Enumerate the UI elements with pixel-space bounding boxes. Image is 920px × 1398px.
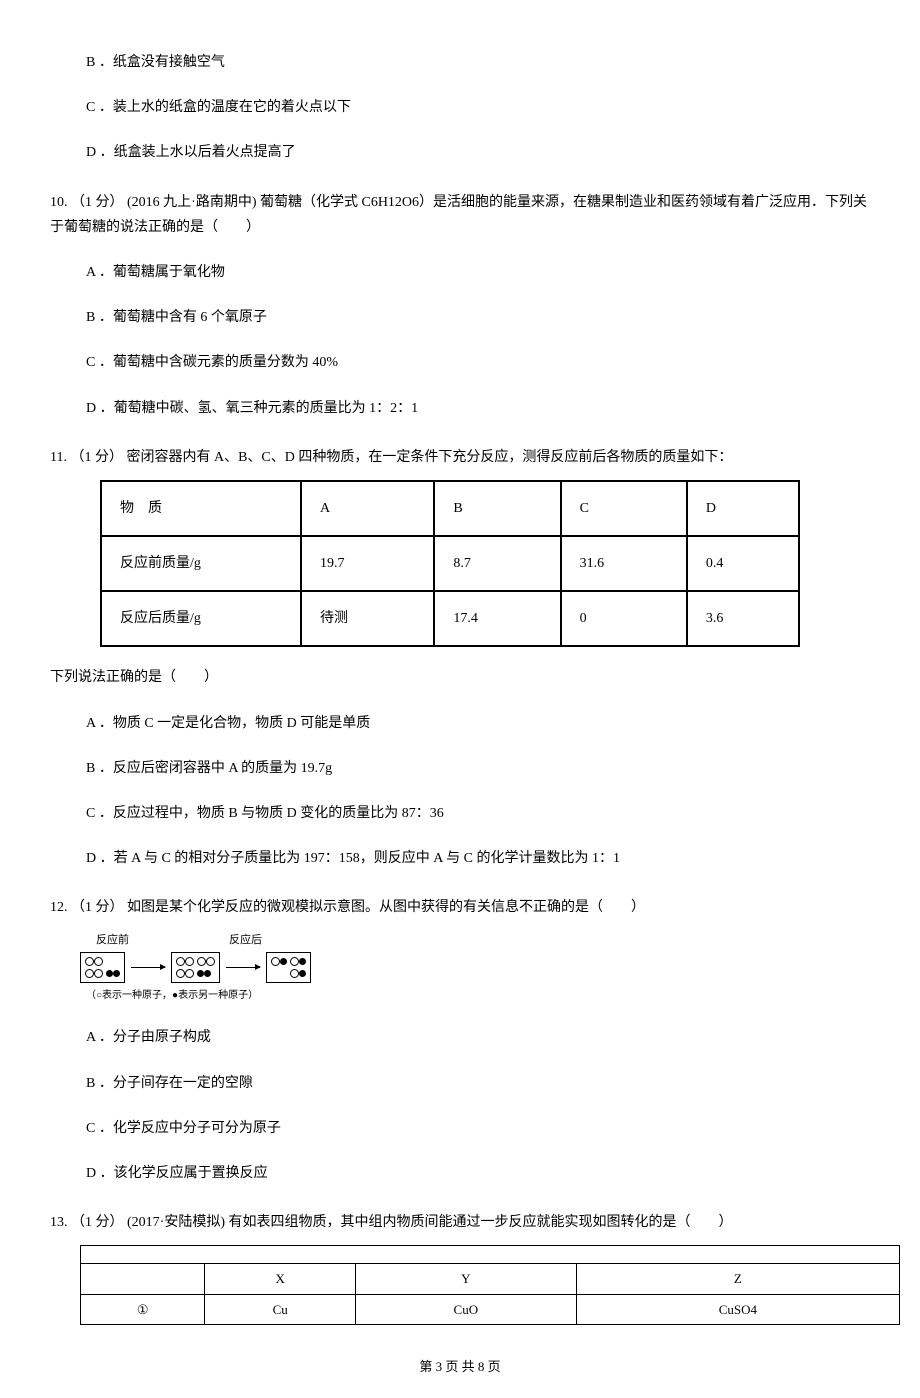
- option-text: B ．反应后密闭容器中 A 的质量为 19.7g: [86, 761, 332, 776]
- molecule-icon: [197, 969, 215, 978]
- q12-option-c[interactable]: C ．化学反应中分子可分为原子: [80, 1114, 287, 1143]
- q9-option-d[interactable]: D ．纸盒装上水以后着火点提高了: [80, 138, 302, 167]
- before-box-1: [80, 952, 125, 983]
- cell: 反应前质量/g: [101, 536, 301, 591]
- cell: D: [687, 481, 799, 536]
- option-text: C ．化学反应中分子可分为原子: [86, 1121, 281, 1136]
- q11-stem: 11. （1 分） 密闭容器内有 A、B、C、D 四种物质，在一定条件下充分反应…: [50, 445, 870, 470]
- molecule-icon: [290, 957, 306, 966]
- q12-diagram: 反应前 反应后 （○表示一种原子，●表示另一种原子）: [80, 931, 320, 1006]
- q13-table: X Y Z ① Cu CuO CuSO4: [80, 1245, 900, 1325]
- cell: Z: [576, 1264, 899, 1294]
- table-row: [81, 1246, 900, 1264]
- q12-stem: 12. （1 分） 如图是某个化学反应的微观模拟示意图。从图中获得的有关信息不正…: [50, 895, 870, 920]
- before-box-2: [171, 952, 220, 983]
- cell: A: [301, 481, 434, 536]
- q12-option-d[interactable]: D ．该化学反应属于置换反应: [80, 1159, 274, 1188]
- cell: 0.4: [687, 536, 799, 591]
- molecule-icon: [290, 969, 306, 978]
- cell: [81, 1246, 900, 1264]
- arrow-icon: [131, 967, 165, 968]
- option-text: B ．葡萄糖中含有 6 个氧原子: [86, 310, 267, 325]
- cell: Cu: [205, 1294, 356, 1324]
- option-text: B ．纸盒没有接触空气: [86, 55, 225, 70]
- label-after: 反应后: [229, 931, 262, 951]
- table-row: 物 质 A B C D: [101, 481, 799, 536]
- option-text: C ．葡萄糖中含碳元素的质量分数为 40%: [86, 355, 338, 370]
- q11-after: 下列说法正确的是（ ）: [50, 665, 870, 690]
- molecule-icon: [85, 957, 103, 966]
- q10-option-b[interactable]: B ．葡萄糖中含有 6 个氧原子: [80, 303, 273, 332]
- q10-option-c[interactable]: C ．葡萄糖中含碳元素的质量分数为 40%: [80, 348, 344, 377]
- option-text: D ．葡萄糖中碳、氢、氧三种元素的质量比为 1：2：1: [86, 401, 418, 416]
- option-text: D ．若 A 与 C 的相对分子质量比为 197：158，则反应中 A 与 C …: [86, 851, 620, 866]
- cell: 物 质: [101, 481, 301, 536]
- molecule-icon: [85, 969, 103, 978]
- molecule-icon: [271, 957, 287, 966]
- molecule-icon: [176, 969, 194, 978]
- cell: 8.7: [434, 536, 560, 591]
- after-box: [266, 952, 311, 983]
- cell: CuSO4: [576, 1294, 899, 1324]
- table-row: 反应前质量/g 19.7 8.7 31.6 0.4: [101, 536, 799, 591]
- q10-stem: 10. （1 分） (2016 九上·路南期中) 葡萄糖（化学式 C6H12O6…: [50, 190, 870, 240]
- cell: 反应后质量/g: [101, 591, 301, 646]
- option-text: D ．该化学反应属于置换反应: [86, 1166, 268, 1181]
- cell: B: [434, 481, 560, 536]
- molecule-icon: [176, 957, 194, 966]
- option-text: C ．装上水的纸盒的温度在它的着火点以下: [86, 100, 351, 115]
- cell: 31.6: [561, 536, 687, 591]
- q12-option-a[interactable]: A ．分子由原子构成: [80, 1023, 217, 1052]
- q10-option-a[interactable]: A ．葡萄糖属于氧化物: [80, 258, 231, 287]
- cell: C: [561, 481, 687, 536]
- cell: 0: [561, 591, 687, 646]
- diagram-legend: （○表示一种原子，●表示另一种原子）: [86, 987, 320, 1005]
- q11-data-table: 物 质 A B C D 反应前质量/g 19.7 8.7 31.6 0.4 反应…: [100, 480, 800, 648]
- cell: 19.7: [301, 536, 434, 591]
- option-text: A ．葡萄糖属于氧化物: [86, 265, 225, 280]
- q11-option-b[interactable]: B ．反应后密闭容器中 A 的质量为 19.7g: [80, 754, 338, 783]
- q11-option-d[interactable]: D ．若 A 与 C 的相对分子质量比为 197：158，则反应中 A 与 C …: [80, 844, 626, 873]
- arrow-icon: [226, 967, 260, 968]
- q9-option-c[interactable]: C ．装上水的纸盒的温度在它的着火点以下: [80, 93, 357, 122]
- q11-option-a[interactable]: A ．物质 C 一定是化合物，物质 D 可能是单质: [80, 709, 376, 738]
- option-text: B ．分子间存在一定的空隙: [86, 1076, 253, 1091]
- cell: CuO: [355, 1294, 576, 1324]
- q10-option-d[interactable]: D ．葡萄糖中碳、氢、氧三种元素的质量比为 1：2：1: [80, 394, 424, 423]
- q11-option-c[interactable]: C ．反应过程中，物质 B 与物质 D 变化的质量比为 87：36: [80, 799, 450, 828]
- option-text: C ．反应过程中，物质 B 与物质 D 变化的质量比为 87：36: [86, 806, 444, 821]
- cell: 17.4: [434, 591, 560, 646]
- table-row: X Y Z: [81, 1264, 900, 1294]
- q13-stem: 13. （1 分） (2017·安陆模拟) 有如表四组物质，其中组内物质间能通过…: [50, 1210, 870, 1235]
- q9-option-b[interactable]: B ．纸盒没有接触空气: [80, 48, 231, 77]
- option-text: A ．分子由原子构成: [86, 1030, 211, 1045]
- cell: X: [205, 1264, 356, 1294]
- cell: [81, 1264, 205, 1294]
- page-footer: 第 3 页 共 8 页: [50, 1355, 870, 1378]
- cell: 待测: [301, 591, 434, 646]
- option-text: D ．纸盒装上水以后着火点提高了: [86, 145, 296, 160]
- cell: Y: [355, 1264, 576, 1294]
- option-text: A ．物质 C 一定是化合物，物质 D 可能是单质: [86, 716, 370, 731]
- molecule-icon: [197, 957, 215, 966]
- q12-option-b[interactable]: B ．分子间存在一定的空隙: [80, 1069, 259, 1098]
- cell: 3.6: [687, 591, 799, 646]
- label-before: 反应前: [96, 931, 129, 951]
- cell: ①: [81, 1294, 205, 1324]
- table-row: 反应后质量/g 待测 17.4 0 3.6: [101, 591, 799, 646]
- table-row: ① Cu CuO CuSO4: [81, 1294, 900, 1324]
- molecule-icon: [106, 969, 120, 978]
